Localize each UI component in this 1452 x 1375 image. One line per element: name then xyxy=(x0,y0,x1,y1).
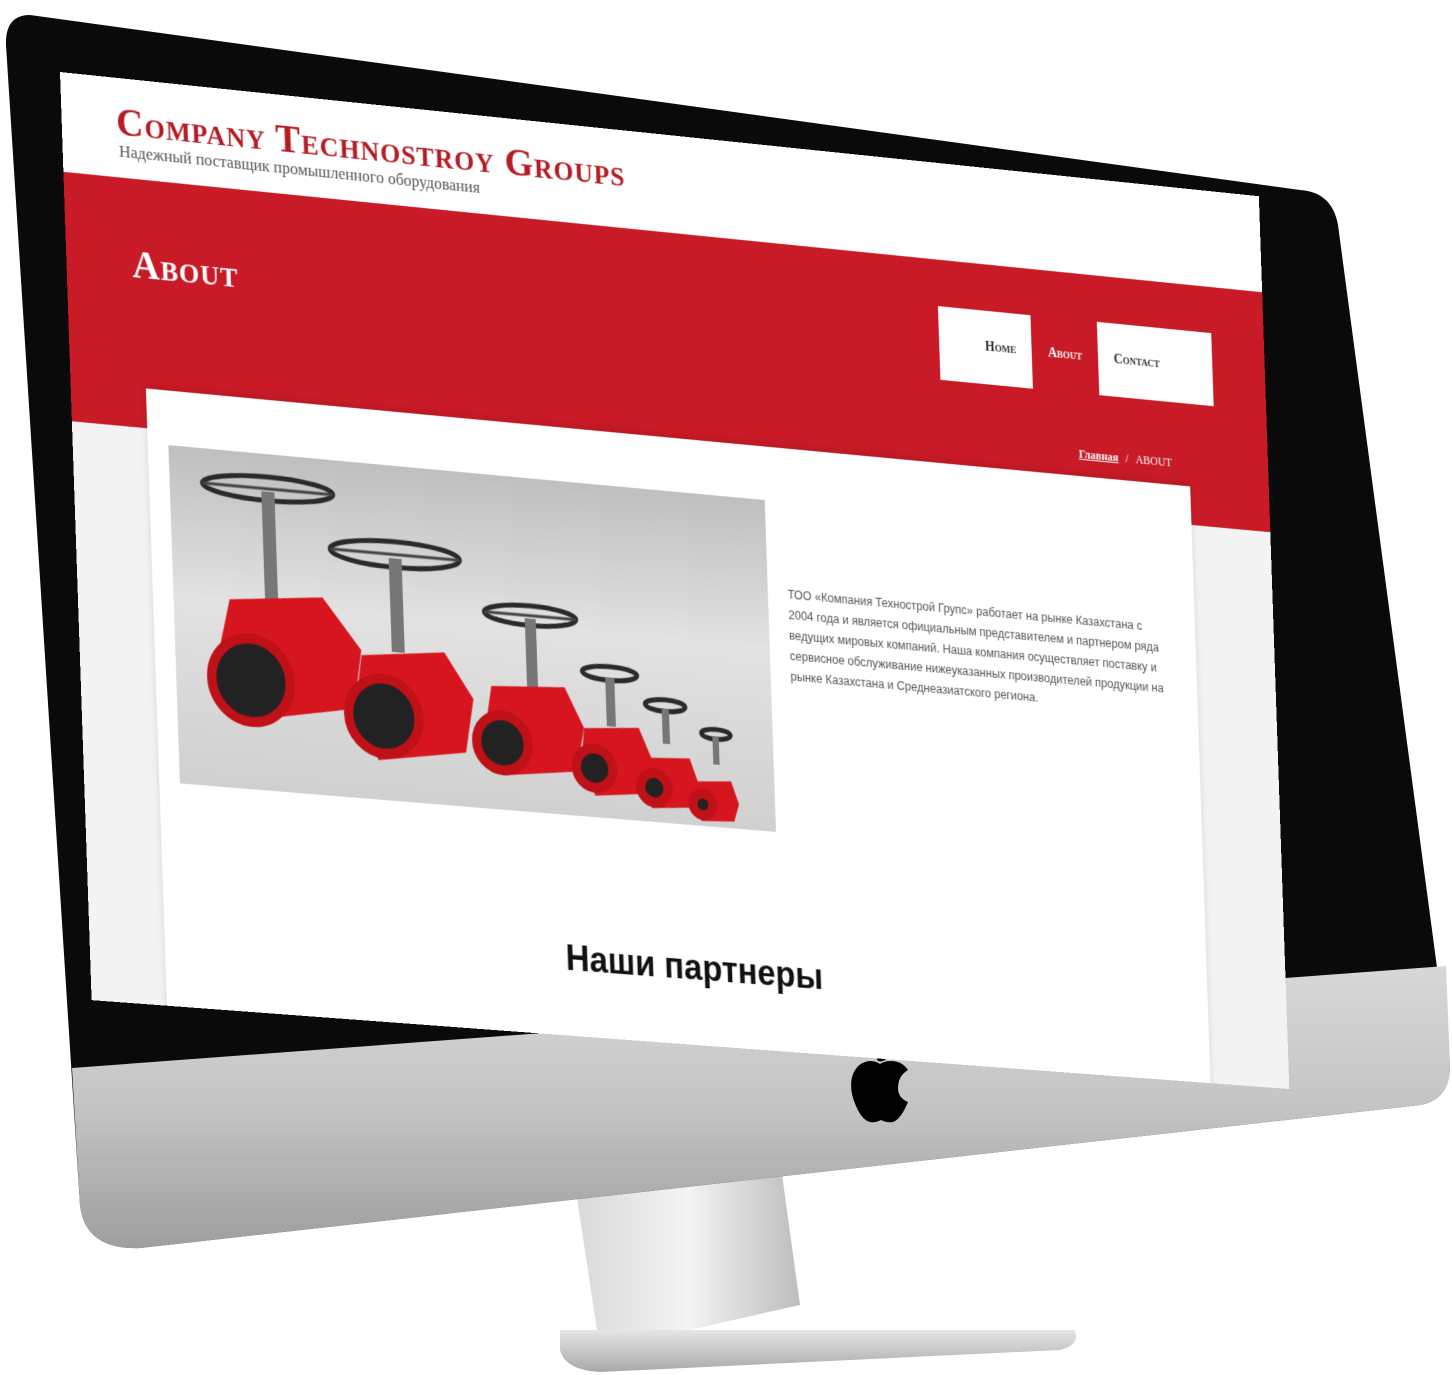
page-title: About xyxy=(131,241,240,297)
stand-base xyxy=(560,1330,1076,1372)
nav-item-about[interactable]: About xyxy=(1030,315,1100,396)
nav-item-contact[interactable]: Contact xyxy=(1096,321,1214,407)
breadcrumb-current: ABOUT xyxy=(1135,452,1173,470)
partners-heading: Наши партнеры xyxy=(565,937,824,998)
breadcrumb-separator: / xyxy=(1125,451,1129,466)
about-paragraph: ТОО «Компания Технострой Групс» работает… xyxy=(787,587,1164,705)
content-card: ТОО «Компания Технострой Групс» работает… xyxy=(145,388,1214,1090)
breadcrumb: Главная / ABOUT xyxy=(1079,447,1173,470)
valves-illustration xyxy=(168,445,776,832)
screen: Company Technostroy Groups Надежный пост… xyxy=(60,72,1290,1090)
breadcrumb-home-link[interactable]: Главная xyxy=(1079,447,1119,464)
main-nav: Home About Contact xyxy=(937,306,1214,407)
imac-mockup: Company Technostroy Groups Надежный пост… xyxy=(0,0,1452,1375)
nav-item-home[interactable]: Home xyxy=(937,306,1034,389)
valves-product-image xyxy=(168,445,777,832)
